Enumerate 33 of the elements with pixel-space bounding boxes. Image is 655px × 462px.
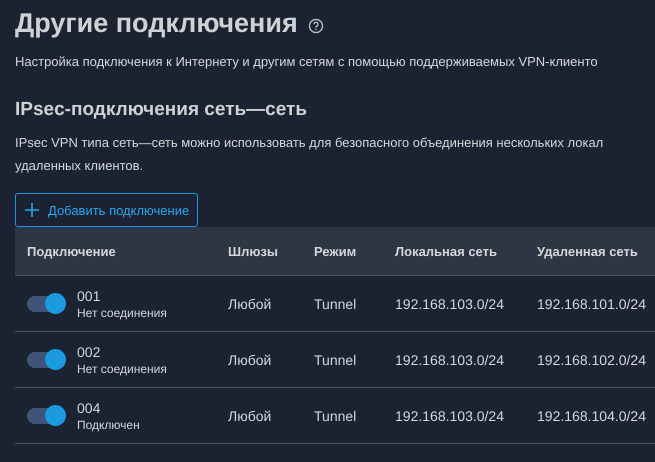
add-connection-button[interactable]: Добавить подключение	[15, 193, 198, 227]
table-cell-text: Tunnel	[314, 296, 358, 312]
table-cell-text: Любой	[228, 408, 272, 424]
connection-name: 001	[77, 288, 102, 304]
connection-name: 004	[77, 400, 102, 416]
column-header: Локальная сеть	[395, 244, 498, 258]
connection-status: Подключен	[77, 418, 140, 432]
toggle-switch[interactable]	[27, 408, 65, 424]
table-cell-text: 192.168.103.0/24	[395, 408, 505, 424]
table-cell-text: 192.168.103.0/24	[395, 296, 505, 312]
column-header: Удаленная сеть	[537, 244, 639, 258]
section-title: IPsec-подключения сеть—сеть	[15, 99, 308, 121]
connection-status: Нет соединения	[77, 306, 167, 320]
column-header: Шлюзы	[228, 244, 279, 258]
table-cell-text: Любой	[228, 352, 272, 368]
connection-name: 002	[77, 344, 102, 360]
page-title: Другие подключения	[15, 8, 298, 39]
table-cell-text: Tunnel	[314, 352, 358, 368]
table-cell-text: 192.168.101.0/24	[537, 296, 647, 312]
table-cell-text: 192.168.103.0/24	[395, 352, 505, 368]
table-cell-text: Любой	[228, 296, 272, 312]
table-cell-text: 192.168.104.0/24	[537, 408, 647, 424]
section-description: IPsec VPN типа сеть—сеть можно использовать для безопасного объединения нескольких локал удаленных клиентов.	[15, 134, 604, 175]
column-header: Режим	[314, 244, 358, 258]
help-icon[interactable]	[308, 18, 324, 34]
toggle-switch[interactable]	[27, 296, 65, 312]
table-cell-text: Tunnel	[314, 408, 358, 424]
table-cell-text: 192.168.102.0/24	[537, 352, 647, 368]
plus-icon	[24, 202, 40, 218]
toggle-switch[interactable]	[27, 352, 65, 368]
column-header: Подключение	[27, 244, 117, 258]
connection-status: Нет соединения	[77, 362, 167, 376]
page-description: Настройка подключения к Интернету и другим сетям с помощью поддерживаемых VPN-клиенто	[15, 53, 599, 71]
